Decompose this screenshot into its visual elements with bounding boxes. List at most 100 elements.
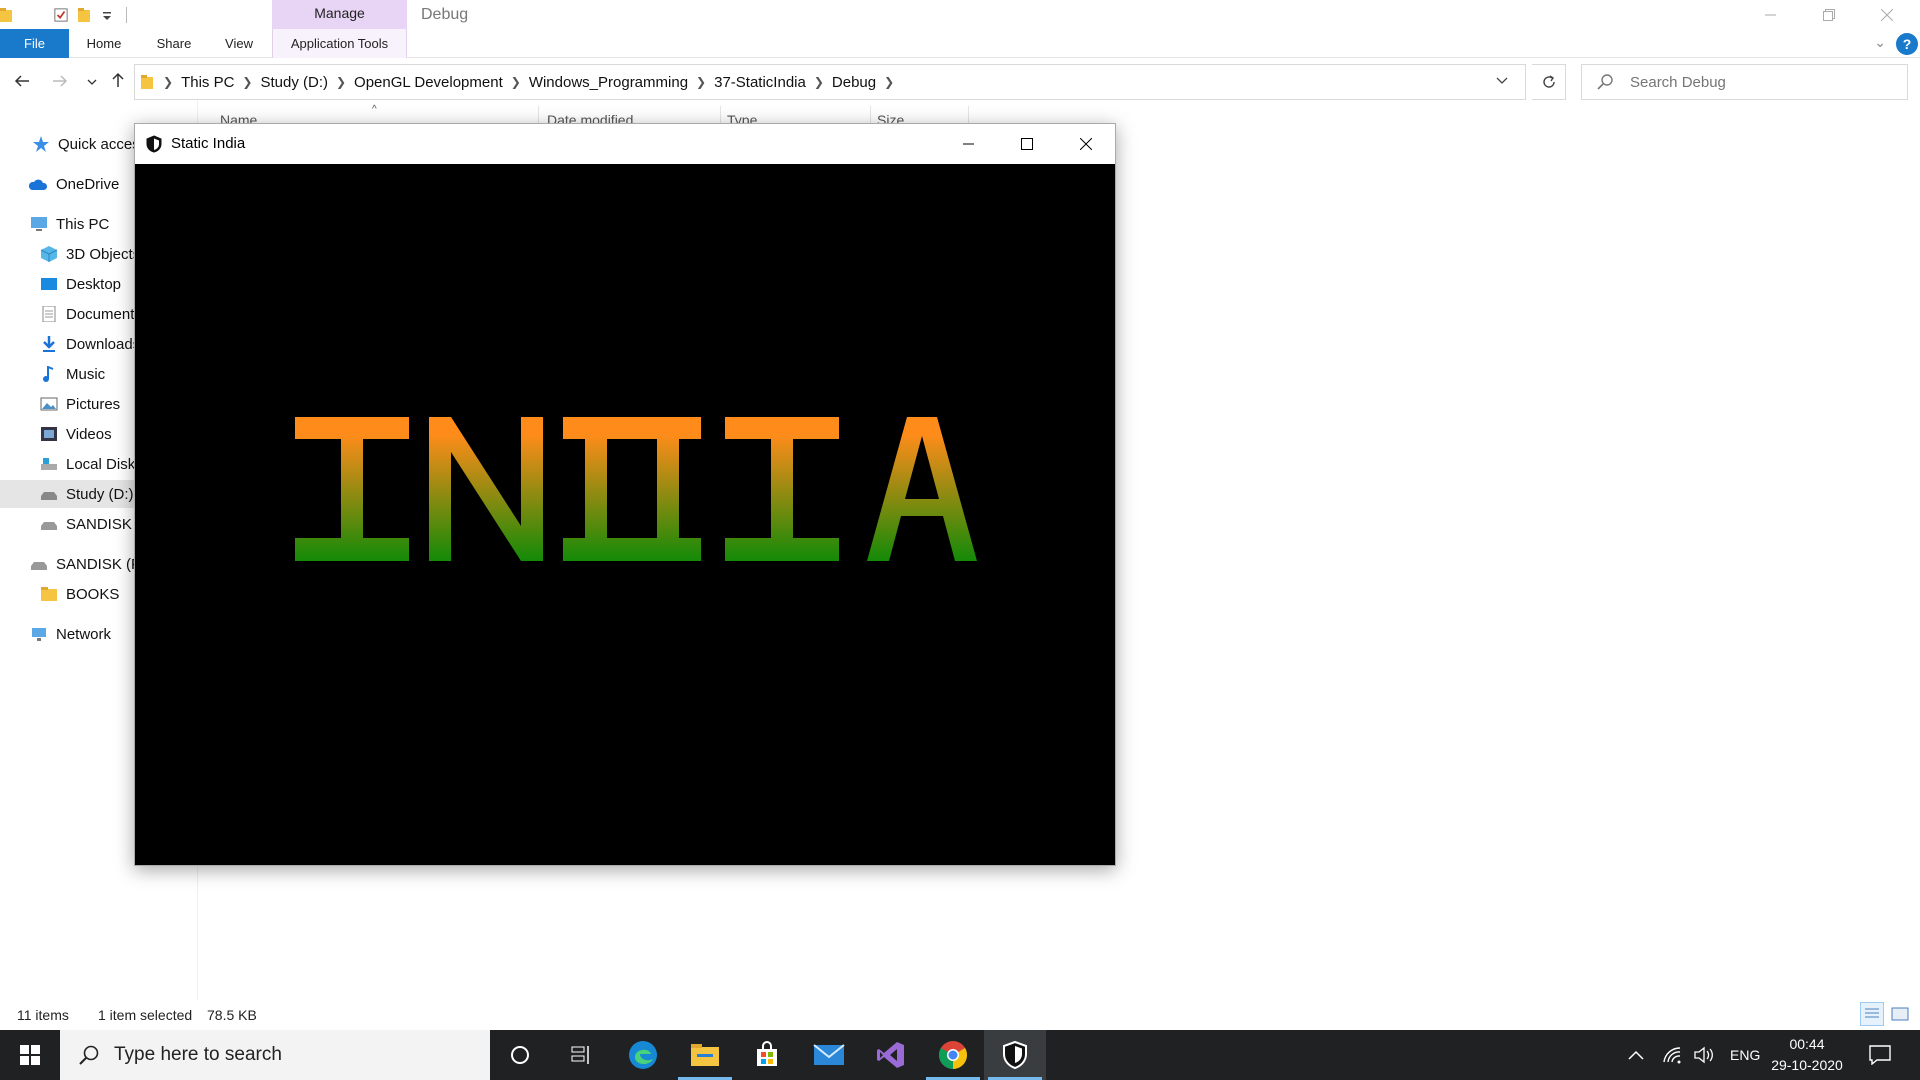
nav-onedrive[interactable]: OneDrive	[28, 170, 119, 198]
explorer-minimize-button[interactable]	[1742, 0, 1800, 29]
start-button[interactable]	[0, 1030, 60, 1080]
nav-this-pc[interactable]: This PC	[30, 210, 109, 238]
breadcrumb-windows-programming[interactable]: Windows_Programming	[523, 74, 694, 91]
tab-share[interactable]: Share	[148, 29, 200, 58]
cube-icon	[40, 246, 58, 262]
app-minimize-button[interactable]	[940, 124, 998, 164]
manage-contextual-tab[interactable]: Manage	[272, 0, 407, 29]
nav-downloads[interactable]: Downloads	[40, 330, 140, 358]
letter-n	[429, 417, 543, 561]
tab-file[interactable]: File	[0, 29, 69, 58]
nav-books[interactable]: BOOKS	[40, 580, 119, 608]
back-arrow-icon	[14, 75, 29, 87]
chevron-up-icon[interactable]	[1628, 1050, 1644, 1060]
nav-videos[interactable]: Videos	[40, 420, 112, 448]
recent-locations-button[interactable]	[80, 70, 104, 94]
nav-sandisk[interactable]: SANDISK (F:)	[30, 550, 149, 578]
address-dropdown-button[interactable]	[1496, 72, 1508, 88]
file-explorer-button[interactable]	[674, 1030, 736, 1080]
properties-icon[interactable]	[54, 7, 68, 23]
ribbon-tabs: File Home Share View Application Tools	[0, 29, 1920, 58]
nav-music[interactable]: Music	[40, 360, 105, 388]
store-icon	[757, 1041, 777, 1066]
app-close-button[interactable]	[1057, 124, 1115, 164]
wifi-icon[interactable]	[1662, 1046, 1682, 1064]
breadcrumb-this-pc[interactable]: This PC	[175, 74, 240, 91]
tab-view[interactable]: View	[214, 29, 264, 58]
up-button[interactable]	[106, 70, 130, 94]
details-view-icon	[1865, 1008, 1879, 1018]
computer-icon	[31, 217, 47, 231]
new-folder-icon[interactable]	[78, 7, 92, 23]
store-button[interactable]	[736, 1030, 798, 1080]
system-tray: ENG	[1628, 1030, 1760, 1080]
customize-toolbar-icon[interactable]	[102, 7, 112, 23]
nav-3d-objects[interactable]: 3D Objects	[40, 240, 140, 268]
explorer-close-button[interactable]	[1858, 0, 1916, 29]
star-icon	[33, 136, 49, 152]
breadcrumb-separator-icon: ❯	[813, 75, 824, 89]
cortana-button[interactable]	[489, 1030, 551, 1080]
large-icons-view-button[interactable]	[1888, 1002, 1912, 1026]
nav-pictures[interactable]: Pictures	[40, 390, 120, 418]
nav-label: Study (D:)	[66, 485, 134, 503]
volume-icon[interactable]	[1694, 1046, 1716, 1064]
app-maximize-button[interactable]	[998, 124, 1056, 164]
up-arrow-icon	[112, 72, 124, 87]
static-india-window: Static India	[134, 123, 1116, 866]
nav-label: OneDrive	[56, 175, 120, 193]
forward-button[interactable]	[48, 70, 72, 94]
task-view-button[interactable]	[550, 1030, 612, 1080]
mail-button[interactable]	[798, 1030, 860, 1080]
status-selection: 1 item selected	[98, 1007, 193, 1023]
breadcrumb-opengl-development[interactable]: OpenGL Development	[348, 74, 509, 91]
chrome-button[interactable]	[922, 1030, 984, 1080]
edge-button[interactable]	[612, 1030, 674, 1080]
address-bar[interactable]: ❯ This PC ❯ Study (D:) ❯ OpenGL Developm…	[134, 64, 1526, 100]
tab-home[interactable]: Home	[78, 29, 130, 58]
minimize-icon	[963, 143, 974, 145]
expand-ribbon-chevron-icon[interactable]: ⌄	[1874, 34, 1886, 51]
nav-label: Pictures	[66, 395, 121, 413]
explorer-restore-button[interactable]	[1800, 0, 1858, 29]
opengl-canvas	[135, 164, 1115, 865]
nav-label: Desktop	[66, 275, 122, 293]
search-box[interactable]	[1581, 64, 1908, 100]
nav-network[interactable]: Network	[30, 620, 111, 648]
nav-label: Documents	[66, 305, 142, 323]
breadcrumb-separator-icon: ❯	[884, 75, 895, 89]
refresh-button[interactable]	[1532, 64, 1566, 100]
letter-i-2	[725, 417, 839, 561]
action-center-button[interactable]	[1850, 1030, 1910, 1080]
nav-quick-access[interactable]: Quick access	[32, 130, 147, 158]
usb-drive-icon	[31, 562, 47, 570]
nav-documents[interactable]: Documents	[40, 300, 142, 328]
visual-studio-button[interactable]	[860, 1030, 922, 1080]
breadcrumb-separator-icon: ❯	[163, 75, 174, 89]
app-title-bar[interactable]: Static India	[135, 124, 1115, 164]
language-indicator[interactable]: ENG	[1730, 1047, 1760, 1063]
cortana-icon	[511, 1046, 529, 1064]
nav-label: This PC	[56, 215, 110, 233]
close-icon	[1881, 8, 1893, 21]
refresh-icon	[1542, 75, 1555, 88]
search-input[interactable]	[1630, 73, 1890, 91]
back-button[interactable]	[10, 70, 34, 94]
nav-desktop[interactable]: Desktop	[40, 270, 121, 298]
app-window-title: Static India	[171, 135, 246, 152]
forward-arrow-icon	[53, 75, 68, 87]
letter-d	[563, 417, 701, 561]
taskbar-clock[interactable]: 00:44 29-10-2020	[1758, 1034, 1856, 1076]
breadcrumb-study-d[interactable]: Study (D:)	[254, 74, 334, 91]
drive-icon	[41, 458, 57, 470]
help-icon[interactable]: ?	[1896, 33, 1918, 55]
tab-application-tools[interactable]: Application Tools	[272, 29, 407, 58]
videos-icon	[41, 427, 57, 441]
static-india-taskbar-button[interactable]	[984, 1030, 1046, 1080]
taskbar-search-box[interactable]: Type here to search	[60, 1030, 490, 1080]
breadcrumb-separator-icon: ❯	[335, 75, 347, 89]
breadcrumb-debug[interactable]: Debug	[826, 74, 882, 91]
breadcrumb-separator-icon: ❯	[242, 75, 253, 89]
breadcrumb-37-staticindia[interactable]: 37-StaticIndia	[708, 74, 812, 91]
details-view-button[interactable]	[1860, 1002, 1884, 1026]
